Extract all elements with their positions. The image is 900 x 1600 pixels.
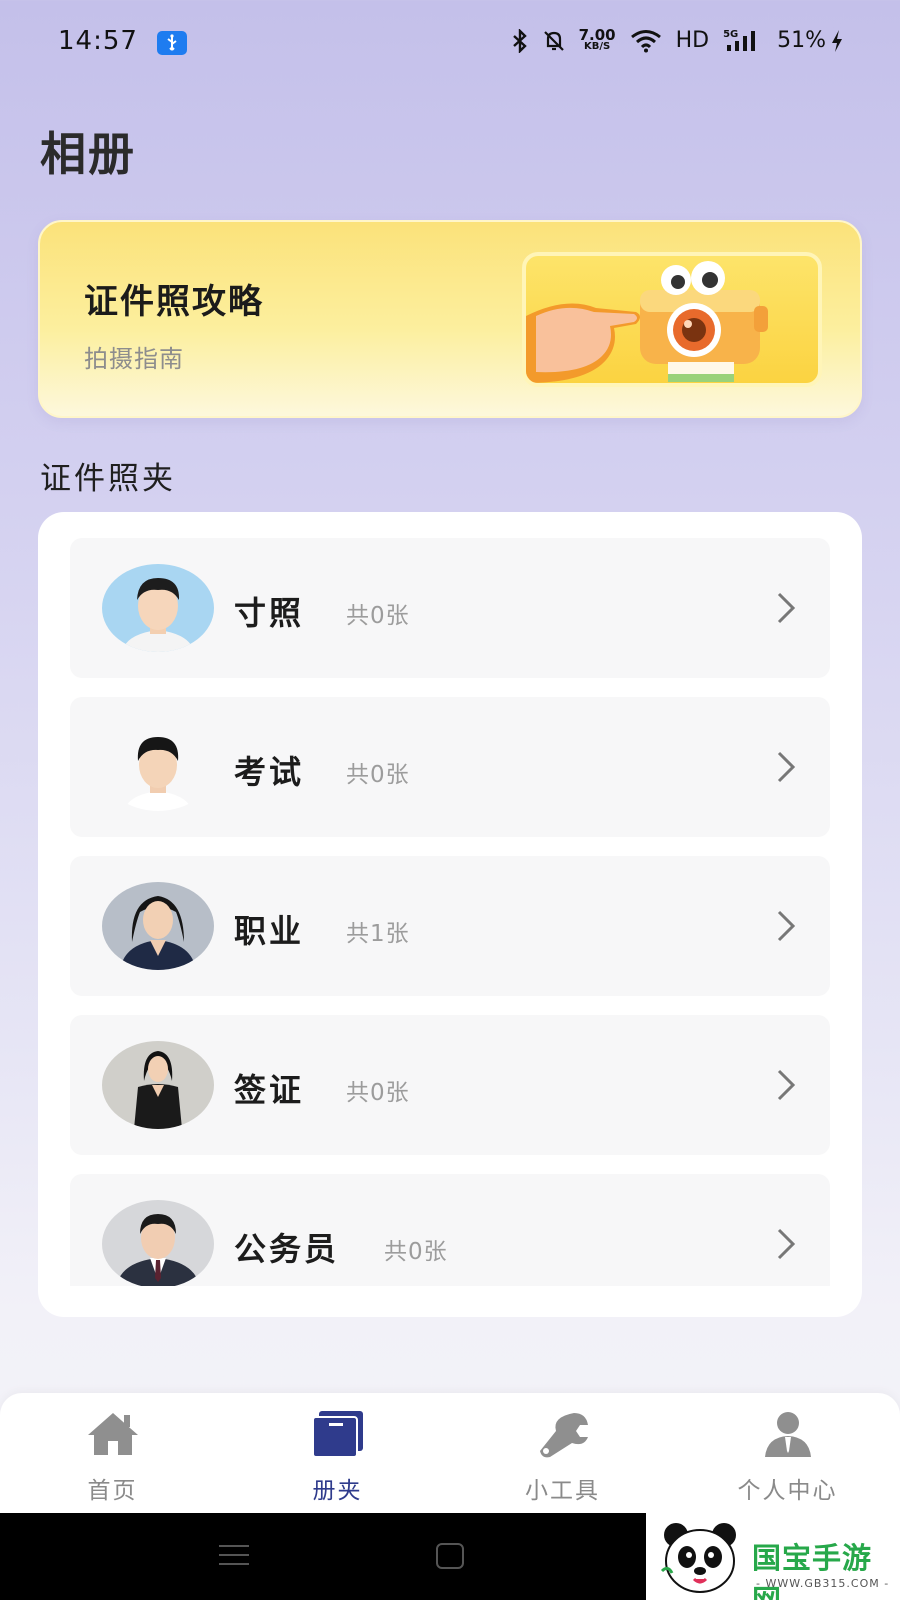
nav-home[interactable]: 首页 bbox=[0, 1393, 225, 1513]
folder-row-professional[interactable]: 职业 共1张 bbox=[70, 856, 830, 996]
network-speed: 7.00 KB/S bbox=[578, 25, 616, 52]
nav-label: 小工具 bbox=[525, 1478, 600, 1504]
guide-subtitle: 拍摄指南 bbox=[84, 345, 184, 373]
network-speed-unit: KB/S bbox=[583, 40, 611, 52]
camera-hand-illustration bbox=[522, 252, 822, 387]
home-icon bbox=[88, 1413, 138, 1455]
nav-label: 首页 bbox=[87, 1478, 138, 1504]
folder-list[interactable]: 寸照 共0张 考试 共0张 职业 共1张 签证 共0张 公务员 共0张 bbox=[70, 538, 830, 1286]
photo-guide-banner[interactable]: 证件照攻略 拍摄指南 bbox=[38, 220, 862, 418]
folder-avatar bbox=[102, 564, 214, 652]
folder-count: 共1张 bbox=[346, 921, 410, 947]
panda-logo-icon bbox=[660, 1523, 736, 1593]
folder-name: 签证 bbox=[234, 1071, 305, 1109]
folder-row-inch-photo[interactable]: 寸照 共0张 bbox=[70, 538, 830, 678]
chevron-right-icon bbox=[777, 1069, 796, 1101]
folder-count: 共0张 bbox=[346, 1080, 410, 1106]
page-title: 相册 bbox=[40, 127, 136, 181]
cellular-signal-icon: 5G bbox=[723, 29, 763, 53]
network-speed-value: 7.00 bbox=[578, 25, 616, 44]
folder-row-exam[interactable]: 考试 共0张 bbox=[70, 697, 830, 837]
chevron-right-icon bbox=[777, 910, 796, 942]
nav-album[interactable]: 册夹 bbox=[225, 1393, 450, 1513]
menu-icon[interactable] bbox=[219, 1545, 249, 1567]
charging-icon bbox=[832, 29, 842, 52]
bottom-nav: 首页 册夹 小工具 个人中心 bbox=[0, 1393, 900, 1513]
status-time: 14:57 bbox=[58, 26, 138, 56]
status-bar: 14:57 7.00 KB/S HD 5G 51% bbox=[0, 0, 900, 86]
network-type-label: 5G bbox=[723, 28, 739, 40]
bluetooth-icon bbox=[512, 28, 527, 53]
folder-name: 公务员 bbox=[234, 1230, 340, 1268]
folder-avatar bbox=[102, 1200, 214, 1286]
folder-avatar bbox=[102, 723, 214, 811]
section-title: 证件照夹 bbox=[40, 461, 176, 497]
watermark-url: - WWW.GB315.COM - bbox=[756, 1577, 890, 1590]
mute-bell-icon bbox=[543, 30, 564, 51]
chevron-right-icon bbox=[777, 592, 796, 624]
folder-name: 寸照 bbox=[234, 594, 305, 632]
battery-percent: 51% bbox=[777, 28, 826, 53]
person-icon bbox=[765, 1412, 811, 1457]
watermark-text: 国宝手游网 bbox=[752, 1541, 873, 1600]
folder-count: 共0张 bbox=[346, 603, 410, 629]
chevron-right-icon bbox=[777, 751, 796, 783]
nav-tools[interactable]: 小工具 bbox=[450, 1393, 675, 1513]
wifi-icon bbox=[630, 29, 661, 52]
folder-name: 职业 bbox=[234, 912, 305, 950]
usb-icon bbox=[157, 31, 187, 55]
folder-name: 考试 bbox=[234, 753, 305, 791]
hd-label: HD bbox=[675, 28, 710, 53]
album-icon bbox=[312, 1411, 363, 1458]
home-square-icon[interactable] bbox=[436, 1543, 464, 1569]
folder-count: 共0张 bbox=[384, 1239, 448, 1265]
folder-count: 共0张 bbox=[346, 762, 410, 788]
folder-avatar bbox=[102, 882, 214, 970]
wrench-icon bbox=[540, 1413, 588, 1458]
nav-label: 个人中心 bbox=[737, 1478, 838, 1504]
site-watermark: 国宝手游网 - WWW.GB315.COM - bbox=[646, 1513, 900, 1600]
folder-row-civil-servant[interactable]: 公务员 共0张 bbox=[70, 1174, 830, 1286]
folder-avatar bbox=[102, 1041, 214, 1129]
folder-row-visa[interactable]: 签证 共0张 bbox=[70, 1015, 830, 1155]
photo-folder-card: 寸照 共0张 考试 共0张 职业 共1张 签证 共0张 公务员 共0张 bbox=[38, 512, 862, 1317]
chevron-right-icon bbox=[777, 1228, 796, 1260]
nav-label: 册夹 bbox=[312, 1478, 363, 1504]
guide-title: 证件照攻略 bbox=[84, 282, 264, 322]
nav-profile[interactable]: 个人中心 bbox=[675, 1393, 900, 1513]
battery-indicator: 51% bbox=[777, 28, 844, 53]
status-icons: 7.00 KB/S HD 5G 51% bbox=[511, 25, 844, 53]
